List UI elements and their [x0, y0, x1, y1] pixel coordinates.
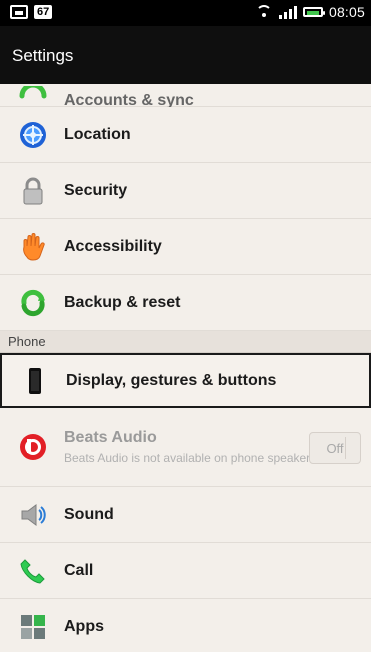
battery-icon	[302, 7, 325, 17]
settings-item-security[interactable]: Security	[0, 163, 371, 219]
call-icon	[20, 558, 45, 584]
settings-item-apps[interactable]: Apps	[0, 599, 371, 652]
section-header-phone: Phone	[0, 331, 371, 353]
clock: 08:05	[328, 4, 365, 20]
apps-icon	[21, 614, 45, 639]
settings-item-label: Call	[64, 561, 94, 579]
page-title: Settings	[12, 46, 74, 65]
settings-item-backup-reset[interactable]: Backup & reset	[0, 275, 371, 331]
beats-audio-toggle[interactable]: Off	[309, 432, 361, 464]
status-left: 67	[10, 5, 53, 19]
sync-icon	[19, 86, 47, 99]
signal-icon	[278, 5, 297, 19]
settings-item-label: Apps	[64, 617, 104, 635]
backup-reset-icon	[21, 289, 45, 316]
beats-audio-icon	[20, 434, 46, 460]
settings-item-call[interactable]: Call	[0, 543, 371, 599]
wifi-icon	[255, 5, 273, 19]
settings-item-label: Accessibility	[64, 237, 162, 255]
settings-item-accessibility[interactable]: Accessibility	[0, 219, 371, 275]
status-right: 08:05	[255, 4, 365, 20]
lock-icon	[23, 177, 43, 204]
location-globe-icon	[20, 121, 46, 148]
settings-item-label: Security	[64, 181, 128, 199]
settings-item-label: Display, gestures & buttons	[66, 371, 277, 389]
settings-item-label: Sound	[64, 505, 114, 523]
settings-item-sound[interactable]: Sound	[0, 487, 371, 543]
settings-item-display-gestures-buttons[interactable]: Display, gestures & buttons	[0, 353, 371, 408]
phone-display-icon	[29, 367, 41, 394]
image-notification-icon	[10, 5, 28, 19]
beats-audio-description: Beats Audio is not available on phone sp…	[64, 451, 311, 465]
notification-count-badge: 67	[34, 5, 53, 19]
beats-audio-text: Beats Audio Beats Audio is not available…	[64, 429, 310, 465]
settings-item-accounts-sync[interactable]: Accounts & sync	[0, 84, 371, 109]
settings-item-label: Beats Audio	[64, 429, 157, 446]
settings-list: Accounts & sync Location Security Access…	[0, 84, 371, 652]
settings-item-label: Location	[64, 125, 131, 143]
settings-item-location[interactable]: Location	[0, 107, 371, 163]
app-header: Settings	[0, 26, 371, 84]
hand-icon	[23, 232, 45, 261]
speaker-icon	[21, 503, 46, 526]
toggle-label: Off	[326, 440, 344, 456]
settings-item-beats-audio: Beats Audio Beats Audio is not available…	[0, 408, 371, 487]
settings-item-label: Backup & reset	[64, 293, 181, 311]
status-bar: 67 08:05	[0, 0, 371, 26]
